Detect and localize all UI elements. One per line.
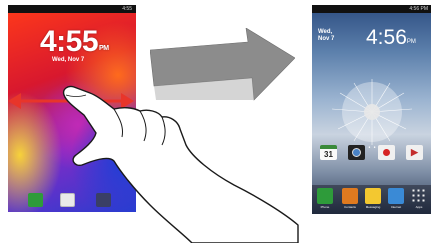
lock-ampm: PM — [99, 45, 109, 52]
status-bar: 4:56 PM — [312, 5, 431, 13]
calendar-day: 31 — [324, 150, 333, 159]
home-clock: 4:56PM — [366, 26, 416, 50]
dandelion-wallpaper-icon — [331, 79, 413, 145]
record-icon[interactable] — [378, 145, 395, 160]
phone-icon[interactable] — [317, 188, 333, 204]
status-bar-text: 4:55 — [122, 6, 132, 12]
calendar-icon[interactable]: 31 — [320, 145, 337, 160]
dock-label-phone: Phone — [320, 205, 330, 209]
home-time: 4:56 — [366, 26, 407, 49]
transition-arrow-icon — [150, 28, 295, 101]
home-screen: 4:56 PM Wed, Nov 7 4:56PM • • • • • • • … — [312, 5, 431, 214]
internet-icon[interactable] — [388, 188, 404, 204]
camera-icon[interactable] — [348, 145, 365, 160]
home-ampm: PM — [406, 39, 416, 45]
home-date-line1: Wed, — [318, 29, 333, 35]
lock-time: 4:55 — [40, 25, 99, 58]
status-bar-text: 4:56 PM — [409, 6, 428, 12]
status-bar: 4:55 — [8, 5, 136, 13]
home-date: Wed, Nov 7 — [318, 29, 334, 43]
dock-label-contacts: Contacts — [344, 205, 356, 209]
dock-label-internet: Internet — [390, 205, 402, 209]
contacts-icon[interactable] — [342, 188, 358, 204]
lock-clock: 4:55PM — [40, 25, 109, 59]
messaging-icon[interactable] — [365, 188, 381, 204]
apps-icon[interactable] — [411, 188, 427, 204]
lock-date: Wed, Nov 7 — [52, 57, 85, 63]
home-date-line2: Nov 7 — [318, 36, 335, 42]
dock-label-apps: Apps — [415, 205, 423, 209]
play-store-icon[interactable]: ▶ — [406, 145, 423, 160]
phone-icon[interactable] — [28, 193, 43, 207]
hand-icon — [62, 85, 299, 243]
dock-label-messaging: Messaging — [365, 205, 381, 209]
